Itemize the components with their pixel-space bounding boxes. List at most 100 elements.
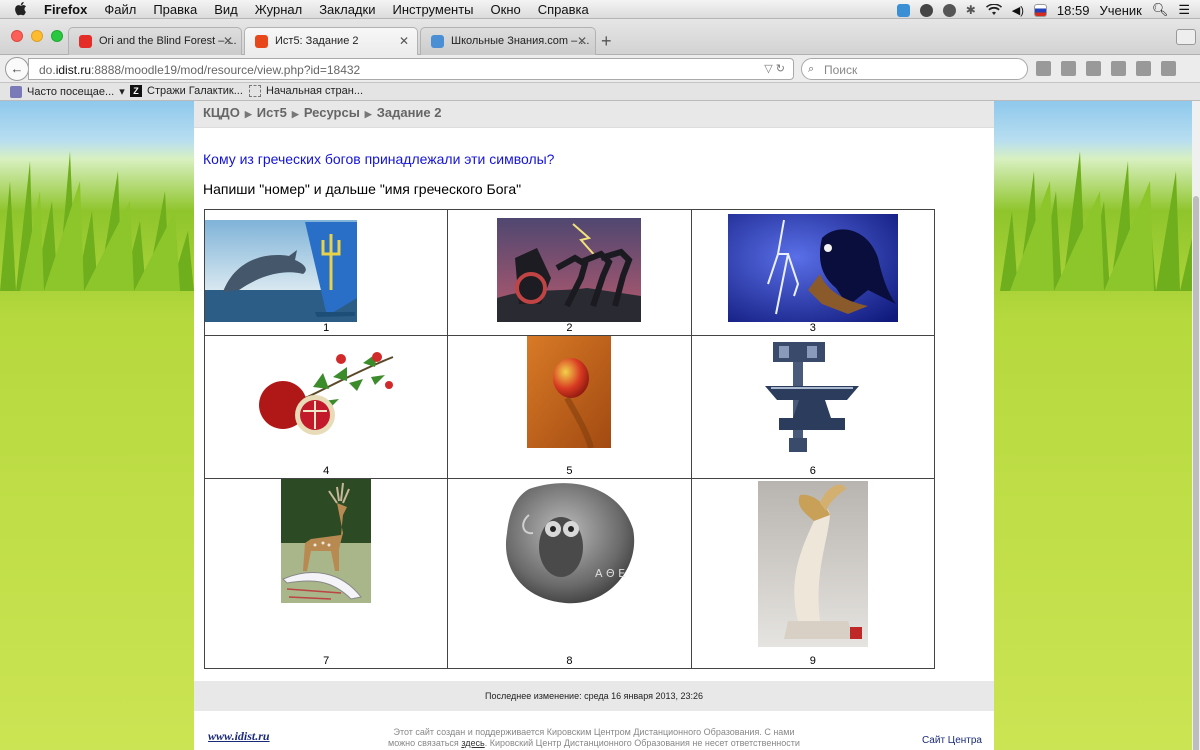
moodle-icon <box>255 35 268 48</box>
cell-number: 3 <box>809 322 816 334</box>
footer-note: Этот сайт создан и поддерживается Кировс… <box>384 727 804 750</box>
menu-help[interactable]: Справка <box>538 2 589 17</box>
idist-logo[interactable]: www.idist.ru <box>208 729 270 744</box>
new-tab-button[interactable]: + <box>601 31 612 52</box>
tab-label: Школьные Знания.com – ... <box>451 35 590 47</box>
tab-groups-icon[interactable] <box>1176 29 1196 45</box>
grid-cell-7: 7 <box>203 478 449 669</box>
tab-ori[interactable]: Ori and the Blind Forest – ... ✕ <box>68 27 242 55</box>
menu-file[interactable]: Файл <box>104 2 136 17</box>
close-tab-icon[interactable]: ✕ <box>399 34 409 48</box>
menu-tools[interactable]: Инструменты <box>392 2 473 17</box>
user-name[interactable]: Ученик <box>1099 3 1141 18</box>
tab-task2[interactable]: Ист5: Задание 2 ✕ <box>244 27 418 55</box>
tab-znanija[interactable]: Школьные Знания.com – ... ✕ <box>420 27 596 55</box>
page-icon <box>249 85 261 97</box>
reading-list-icon[interactable] <box>1061 61 1076 76</box>
cell-number: 6 <box>809 465 816 477</box>
dolphin-trident-image <box>205 220 357 322</box>
grid-cell-5: 5 <box>447 335 692 479</box>
page-scrollbar[interactable] <box>1192 101 1200 750</box>
footer-note-text: Этот сайт создан и поддерживается Кировс… <box>393 727 795 737</box>
grid-cell-1: 1 <box>203 209 449 336</box>
grass-decoration-left <box>0 151 194 291</box>
breadcrumb-resources[interactable]: Ресурсы <box>304 105 360 120</box>
lightning-eagle-image <box>727 214 898 322</box>
chevron-down-icon: ▾ <box>119 86 125 98</box>
skype-icon[interactable] <box>896 3 910 17</box>
search-placeholder: Поиск <box>824 63 858 77</box>
window-controls <box>11 30 63 42</box>
folder-icon <box>10 85 22 98</box>
svg-text:Α Θ Ε: Α Θ Ε <box>595 567 625 580</box>
bookmark-guardians[interactable]: Z Стражи Галактик... <box>130 85 243 97</box>
minimize-window-button[interactable] <box>31 30 43 42</box>
hammer-anvil-image <box>758 338 867 458</box>
grid-cell-8: Α Θ Ε 8 <box>447 478 692 669</box>
grid-cell-3: 3 <box>690 209 936 336</box>
downloads-icon[interactable] <box>1086 61 1101 76</box>
breadcrumb-separator-icon: ▶ <box>291 109 299 119</box>
back-button[interactable]: ← <box>5 57 29 81</box>
reload-icon[interactable]: ▽ ↻ <box>764 62 785 75</box>
search-input[interactable]: ⌕ Поиск <box>801 58 1028 80</box>
footer-note-text: . Кировский Центр Дистанционного Образов… <box>484 738 800 750</box>
menu-history[interactable]: Журнал <box>255 2 302 17</box>
bookmark-star-icon[interactable] <box>1036 61 1051 76</box>
menu-bookmarks[interactable]: Закладки <box>319 2 375 17</box>
question-text: Кому из греческих богов принадлежали эти… <box>203 151 555 167</box>
breadcrumb-kcdo[interactable]: КЦДО <box>203 105 240 120</box>
grid-cell-9: 9 <box>690 478 936 669</box>
contact-link[interactable]: здесь <box>461 738 484 748</box>
tab-label: Ori and the Blind Forest – ... <box>99 35 237 47</box>
menu-app-firefox[interactable]: Firefox <box>44 2 87 17</box>
keyboard-layout-icon[interactable] <box>1033 3 1047 17</box>
bookmarks-bar: Часто посещае... ▾ Z Стражи Галактик... … <box>0 83 1200 101</box>
cell-number: 4 <box>323 465 330 477</box>
apple-logo-icon[interactable] <box>14 1 27 16</box>
home-icon[interactable] <box>1111 61 1126 76</box>
pomegranate-image <box>253 337 400 445</box>
znanija-icon <box>431 35 444 48</box>
notifications-icon[interactable]: ☰ <box>1178 2 1190 18</box>
url-path: :8888/moodle19/mod/resource/view.php?id=… <box>91 63 361 77</box>
tab-label: Ист5: Задание 2 <box>275 35 359 47</box>
bookmark-label: Начальная стран... <box>266 85 364 97</box>
wifi-icon[interactable] <box>985 4 1002 16</box>
menu-icon[interactable] <box>1161 61 1176 76</box>
cell-number: 7 <box>323 655 330 667</box>
grid-cell-6: 6 <box>690 335 936 479</box>
time-machine-icon[interactable] <box>942 3 956 17</box>
menu-window[interactable]: Окно <box>491 2 521 17</box>
chariot-horses-image <box>497 218 642 322</box>
search-icon[interactable]: 🔍︎ <box>1152 2 1169 18</box>
zoom-window-button[interactable] <box>51 30 63 42</box>
deer-image <box>281 479 372 611</box>
page-background: КЦДО ▶ Ист5 ▶ Ресурсы ▶ Задание 2 Кому из греч… <box>0 101 1200 750</box>
url-bar[interactable]: do.idist.ru:8888/moodle19/mod/resource/v… <box>28 58 794 80</box>
youtube-icon <box>79 35 92 48</box>
scrollbar-thumb[interactable] <box>1193 196 1199 750</box>
chat-icon[interactable] <box>1136 61 1151 76</box>
macos-menubar: Firefox Файл Правка Вид Журнал Закладки … <box>0 0 1200 19</box>
owl-coin-image: Α Θ Ε <box>499 479 640 607</box>
site-center-link[interactable]: Сайт Центра <box>922 735 982 746</box>
close-window-button[interactable] <box>11 30 23 42</box>
symbols-table: 1 2 3 4 5 6 7 Α Θ Ε 8 9 <box>203 209 936 669</box>
sync-icon[interactable] <box>919 3 933 17</box>
grass-decoration-right <box>1000 151 1200 291</box>
menu-view[interactable]: Вид <box>214 2 238 17</box>
bluetooth-icon[interactable]: ✱ <box>966 3 976 17</box>
cell-number: 5 <box>566 465 573 477</box>
bookmark-start-page[interactable]: Начальная стран... <box>249 85 363 97</box>
menu-edit[interactable]: Правка <box>153 2 197 17</box>
breadcrumb-course[interactable]: Ист5 <box>257 105 287 120</box>
bookmark-most-visited[interactable]: Часто посещае... ▾ <box>10 85 125 98</box>
close-tab-icon[interactable]: ✕ <box>223 34 233 48</box>
volume-icon[interactable]: ◀) <box>1012 4 1024 17</box>
cell-number: 1 <box>323 322 330 334</box>
clock[interactable]: 18:59 <box>1057 3 1090 18</box>
cell-number: 2 <box>566 322 573 334</box>
tab-bar: Ori and the Blind Forest – ... ✕ Ист5: З… <box>0 19 1200 55</box>
close-tab-icon[interactable]: ✕ <box>577 34 587 48</box>
